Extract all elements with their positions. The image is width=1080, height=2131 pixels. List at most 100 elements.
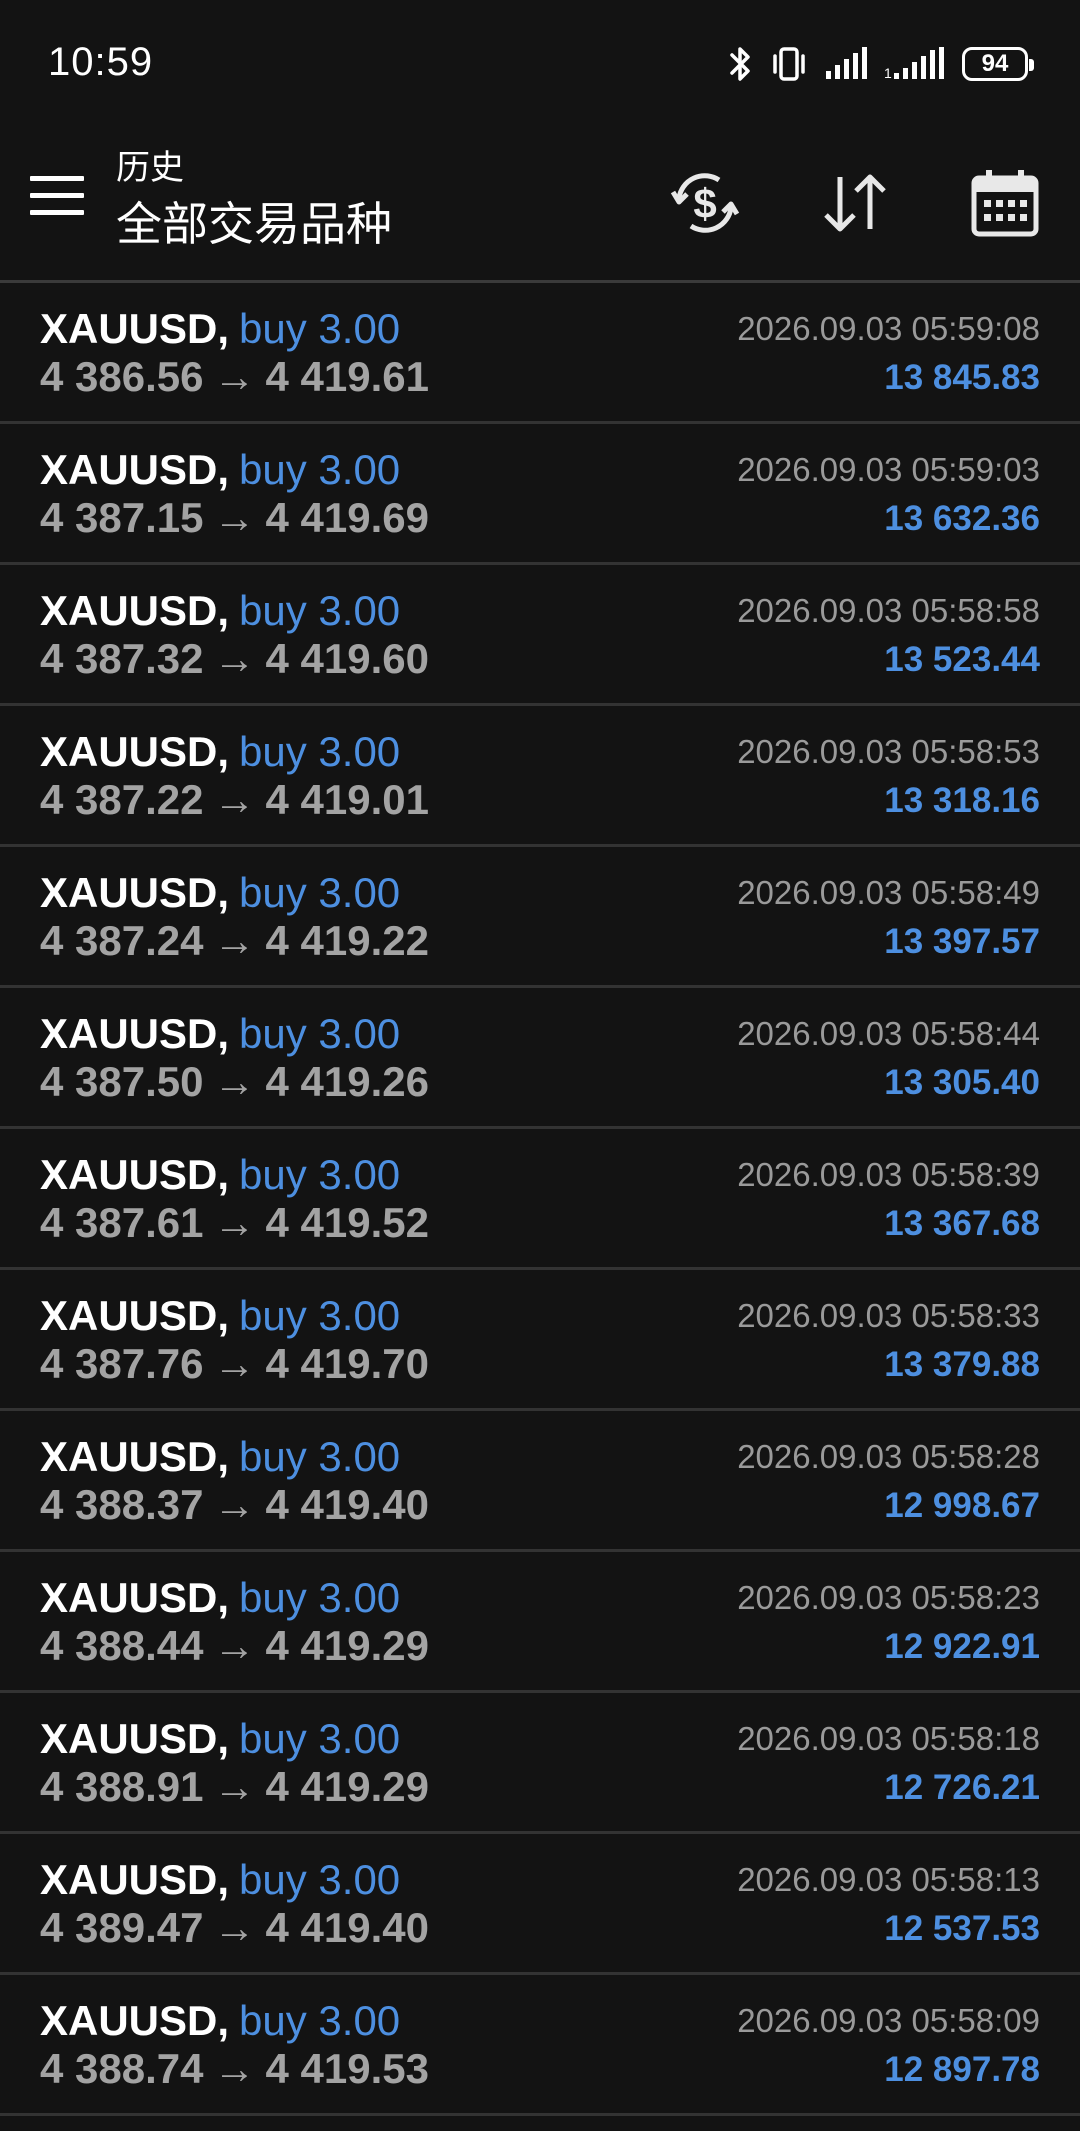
- deal-time: 2026.09.03 05:58:09: [737, 2002, 1040, 2039]
- open-price: 4 387.15: [40, 494, 204, 541]
- open-price: 4 388.91: [40, 1763, 204, 1810]
- arrow-right-icon: →: [213, 776, 256, 823]
- deal-profit: 13 845.83: [884, 358, 1040, 397]
- arrow-right-icon: →: [213, 1622, 256, 1669]
- deal-symbol: XAUUSD,: [40, 1574, 230, 1621]
- deal-time: 2026.09.03 05:59:03: [737, 451, 1040, 488]
- deal-time: 2026.09.03 05:58:58: [737, 592, 1040, 629]
- calendar-icon: [970, 168, 1040, 243]
- close-price: 4 419.29: [265, 1622, 430, 1669]
- arrow-right-icon: →: [213, 1481, 256, 1528]
- arrow-right-icon: →: [213, 353, 256, 400]
- arrow-right-icon: →: [213, 1763, 256, 1810]
- deal-symbol: XAUUSD,: [40, 446, 230, 493]
- deal-row[interactable]: XAUUSD, buy 3.00 4 387.32 → 4 419.60 2026.09.…: [0, 565, 1080, 706]
- open-price: 4 388.44: [40, 1622, 204, 1669]
- deal-prices: 4 387.61 → 4 419.52: [40, 1199, 429, 1247]
- deal-prices: 4 387.15 → 4 419.69: [40, 494, 429, 542]
- deal-time: 2026.09.03 05:58:39: [737, 1156, 1040, 1193]
- deal-row[interactable]: XAUUSD, buy 3.00 4 387.61 → 4 419.52 2026.09.…: [0, 1129, 1080, 1270]
- deal-type: buy 3.00: [239, 728, 401, 775]
- deal-profit: 13 367.68: [884, 1204, 1040, 1243]
- open-price: 4 388.74: [40, 2045, 204, 2092]
- deal-row[interactable]: XAUUSD, buy 3.00 4 388.37 → 4 419.40 2026.09.…: [0, 1411, 1080, 1552]
- arrow-right-icon: →: [213, 1904, 256, 1951]
- deal-type: buy 3.00: [239, 869, 401, 916]
- currency-refresh-icon: $: [667, 168, 743, 243]
- deal-profit: 12 537.53: [884, 1909, 1040, 1948]
- deal-prices: 4 386.56 → 4 419.61: [40, 353, 429, 401]
- deal-row[interactable]: XAUUSD, buy 3.00 4 387.50 → 4 419.26 2026.09.…: [0, 988, 1080, 1129]
- signal-icon: 1: [884, 47, 946, 81]
- deal-time: 2026.09.03 05:58:18: [737, 1720, 1040, 1757]
- close-price: 4 419.26: [265, 1058, 430, 1105]
- deal-header: XAUUSD, buy 3.00: [40, 1856, 400, 1904]
- deal-prices: 4 388.37 → 4 419.40: [40, 1481, 429, 1529]
- calendar-button[interactable]: [960, 160, 1050, 250]
- deal-profit: 13 305.40: [884, 1063, 1040, 1102]
- deal-header: XAUUSD, buy 3.00: [40, 728, 400, 776]
- deal-prices: 4 387.22 → 4 419.01: [40, 776, 429, 824]
- close-price: 4 419.40: [265, 1904, 430, 1951]
- deal-header: XAUUSD, buy 3.00: [40, 446, 400, 494]
- deal-row[interactable]: XAUUSD, buy 3.00 4 389.47 → 4 419.40 2026.09.…: [0, 1834, 1080, 1975]
- sort-icon: [820, 171, 890, 240]
- deal-type: buy 3.00: [239, 1151, 401, 1198]
- deal-prices: 4 387.50 → 4 419.26: [40, 1058, 429, 1106]
- open-price: 4 389.47: [40, 1904, 204, 1951]
- open-price: 4 387.24: [40, 917, 204, 964]
- deal-header: XAUUSD, buy 3.00: [40, 1010, 400, 1058]
- deal-type: buy 3.00: [239, 1010, 401, 1057]
- deal-time: 2026.09.03 05:58:33: [737, 1297, 1040, 1334]
- deal-symbol: XAUUSD,: [40, 1433, 230, 1480]
- menu-icon[interactable]: [30, 174, 84, 218]
- deal-row[interactable]: XAUUSD, buy 3.00 4 388.74 → 4 419.53 2026.09.…: [0, 1975, 1080, 2116]
- deal-type: buy 3.00: [239, 305, 401, 352]
- deal-time: 2026.09.03 05:58:49: [737, 874, 1040, 911]
- close-price: 4 419.61: [265, 353, 430, 400]
- toolbar-title[interactable]: 全部交易品种: [116, 188, 392, 254]
- deal-type: buy 3.00: [239, 446, 401, 493]
- deal-symbol: XAUUSD,: [40, 1856, 230, 1903]
- deal-header: XAUUSD, buy 3.00: [40, 1997, 400, 2045]
- deal-header: XAUUSD, buy 3.00: [40, 1292, 400, 1340]
- open-price: 4 387.61: [40, 1199, 204, 1246]
- deal-row[interactable]: XAUUSD, buy 3.00 4 387.15 → 4 419.69 2026.09.…: [0, 424, 1080, 565]
- open-price: 4 386.56: [40, 353, 204, 400]
- svg-text:$: $: [693, 180, 716, 227]
- close-price: 4 419.52: [265, 1199, 430, 1246]
- close-price: 4 419.22: [265, 917, 430, 964]
- deal-time: 2026.09.03 05:59:08: [737, 310, 1040, 347]
- deal-row[interactable]: XAUUSD, buy 3.00 4 387.24 → 4 419.22 2026.09.…: [0, 847, 1080, 988]
- deal-row[interactable]: XAUUSD, buy 3.00 4 386.56 → 4 419.61 2026.09.…: [0, 283, 1080, 424]
- deal-row[interactable]: XAUUSD, buy 3.00 4 387.76 → 4 419.70 2026.09.…: [0, 1270, 1080, 1411]
- deal-symbol: XAUUSD,: [40, 728, 230, 775]
- signal-icon: [824, 47, 868, 81]
- deal-header: XAUUSD, buy 3.00: [40, 1433, 400, 1481]
- deal-row[interactable]: XAUUSD, buy 3.00 4 388.44 → 4 419.29 2026.09.…: [0, 1552, 1080, 1693]
- deal-symbol: XAUUSD,: [40, 1715, 230, 1762]
- toolbar-subtitle: 历史: [116, 149, 184, 187]
- close-price: 4 419.69: [265, 494, 430, 541]
- deal-time: 2026.09.03 05:58:13: [737, 1861, 1040, 1898]
- deal-row[interactable]: XAUUSD, buy 3.00 4 388.91 → 4 419.29 2026.09.…: [0, 1693, 1080, 1834]
- deal-profit: 13 632.36: [884, 499, 1040, 538]
- close-price: 4 419.29: [265, 1763, 430, 1810]
- currency-refresh-button[interactable]: $: [660, 160, 750, 250]
- deal-type: buy 3.00: [239, 1997, 401, 2044]
- deal-type: buy 3.00: [239, 1715, 401, 1762]
- deal-prices: 4 387.76 → 4 419.70: [40, 1340, 429, 1388]
- deal-header: XAUUSD, buy 3.00: [40, 1151, 400, 1199]
- sort-button[interactable]: [810, 160, 900, 250]
- arrow-right-icon: →: [213, 494, 256, 541]
- deal-row[interactable]: XAUUSD, buy 3.00 4 387.22 → 4 419.01 2026.09.…: [0, 706, 1080, 847]
- bluetooth-icon: [728, 45, 754, 83]
- deal-profit: 13 379.88: [884, 1345, 1040, 1384]
- open-price: 4 387.76: [40, 1340, 204, 1387]
- deal-profit: 12 726.21: [884, 1768, 1040, 1807]
- arrow-right-icon: →: [213, 1058, 256, 1105]
- deal-symbol: XAUUSD,: [40, 869, 230, 916]
- deal-profit: 13 397.57: [884, 922, 1040, 961]
- deal-symbol: XAUUSD,: [40, 1292, 230, 1339]
- deal-symbol: XAUUSD,: [40, 1151, 230, 1198]
